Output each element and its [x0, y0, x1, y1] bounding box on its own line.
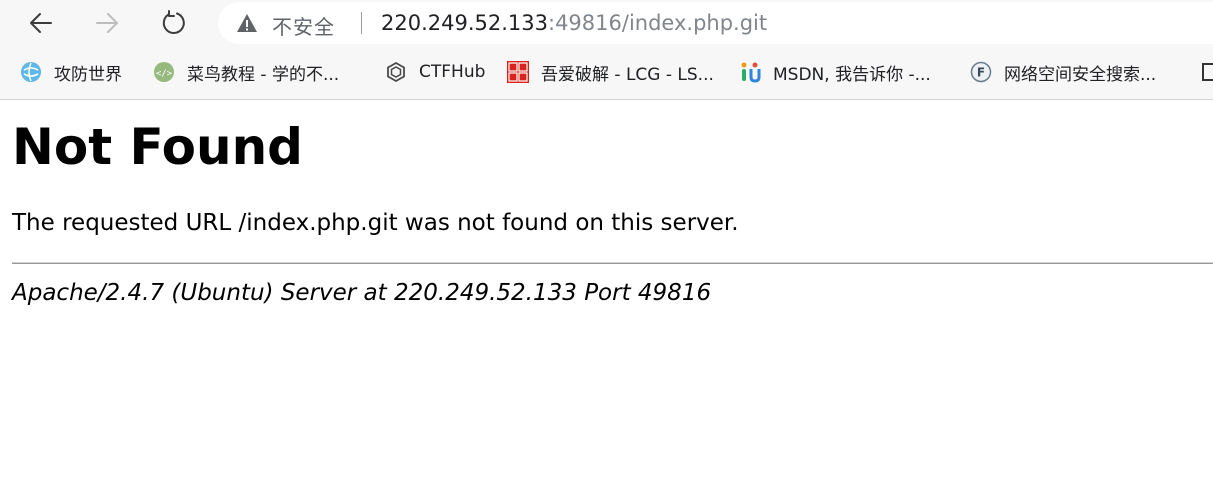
bookmark-label: 菜鸟教程 - 学的不... [187, 64, 340, 85]
bookmark-label: 网络空间安全搜索... [1004, 64, 1157, 85]
bookmark-52pojie[interactable]: 吾爱破解 - LCG - LS... [507, 59, 714, 85]
url-path: :49816/index.php.git [548, 11, 768, 35]
error-message: The requested URL /index.php.git was not… [12, 210, 739, 236]
arrow-right-icon [96, 13, 118, 33]
52pojie-icon [507, 61, 529, 83]
bookmarks-bar: 攻防世界 </> 菜鸟教程 - 学的不... CTFHub 吾爱破解 - LCG… [0, 46, 1213, 100]
url-text[interactable]: 220.249.52.133:49816/index.php.git [381, 11, 767, 35]
reload-button[interactable] [155, 4, 193, 42]
svg-text:</>: </> [156, 69, 173, 79]
bookmark-msdn[interactable]: MSDN, 我告诉你 -... [739, 59, 931, 85]
horizontal-rule [12, 262, 1213, 264]
runoob-icon: </> [153, 61, 175, 83]
fofa-icon: F [970, 61, 992, 83]
forward-button[interactable] [88, 4, 126, 42]
globe-icon [20, 61, 42, 83]
warning-icon[interactable] [236, 12, 258, 34]
bookmark-gongfangshijie[interactable]: 攻防世界 [20, 59, 122, 85]
bookmark-label: MSDN, 我告诉你 -... [773, 64, 931, 85]
bookmark-fofa[interactable]: F 网络空间安全搜索... [970, 59, 1156, 85]
arrow-left-icon [30, 13, 52, 33]
other-bookmarks-icon[interactable] [1202, 63, 1213, 81]
ctfhub-icon [385, 61, 407, 83]
address-bar[interactable]: 不安全 220.249.52.133:49816/index.php.git [218, 2, 1213, 44]
browser-toolbar: 不安全 220.249.52.133:49816/index.php.git [0, 0, 1213, 46]
security-status-label[interactable]: 不安全 [272, 11, 335, 40]
page-title: Not Found [12, 118, 303, 176]
msdn-icon [739, 61, 761, 83]
bookmark-label: 吾爱破解 - LCG - LS... [541, 64, 714, 85]
reload-icon [162, 10, 185, 34]
bookmark-runoob[interactable]: </> 菜鸟教程 - 学的不... [153, 59, 339, 85]
url-host: 220.249.52.133 [381, 11, 548, 35]
svg-text:F: F [977, 66, 985, 80]
back-button[interactable] [22, 4, 60, 42]
address-divider [361, 12, 362, 34]
server-signature: Apache/2.4.7 (Ubuntu) Server at 220.249.… [12, 280, 712, 306]
bookmark-ctfhub[interactable]: CTFHub [385, 59, 485, 85]
bookmark-label: 攻防世界 [54, 64, 122, 85]
bookmark-label: CTFHub [419, 62, 486, 82]
